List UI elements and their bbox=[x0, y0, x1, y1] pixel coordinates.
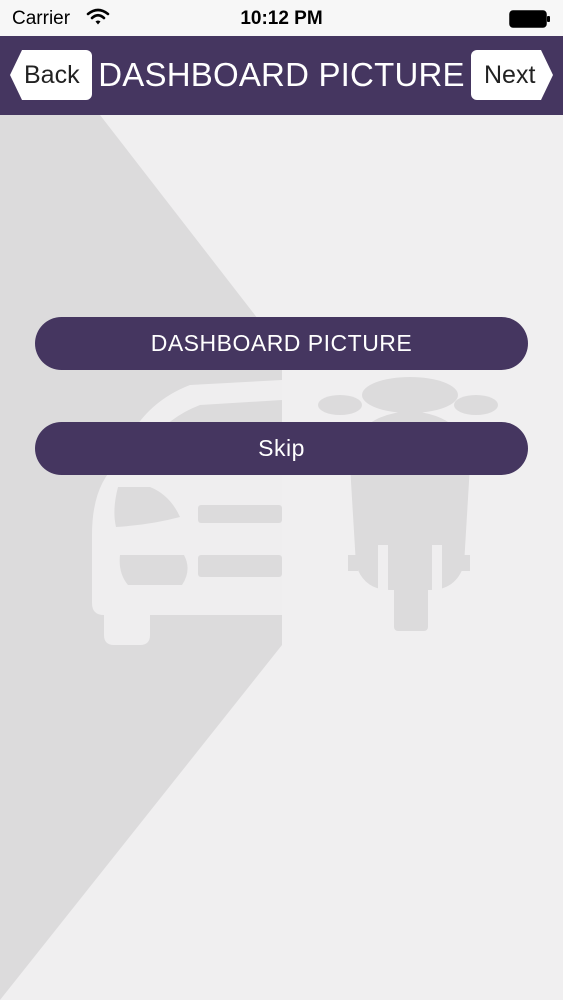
skip-button[interactable]: Skip bbox=[35, 422, 528, 475]
navigation-bar: Back DASHBOARD PICTURE Next bbox=[0, 36, 563, 115]
dashboard-picture-button[interactable]: DASHBOARD PICTURE bbox=[35, 317, 528, 370]
status-time: 10:12 PM bbox=[240, 8, 323, 29]
battery-icon bbox=[509, 10, 551, 34]
next-button[interactable]: Next bbox=[471, 50, 553, 100]
status-bar: Carrier 10:12 PM bbox=[0, 0, 563, 36]
motorcycle-icon bbox=[318, 377, 498, 631]
background-illustration bbox=[0, 115, 563, 1000]
